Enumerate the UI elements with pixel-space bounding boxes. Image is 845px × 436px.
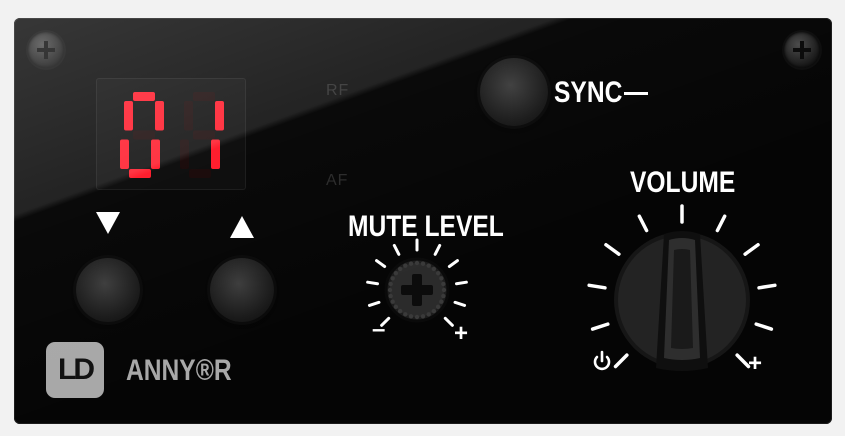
volume-knob[interactable] <box>14 18 832 424</box>
volume-tick <box>754 322 774 331</box>
volume-tick <box>637 214 649 233</box>
power-icon <box>593 350 611 371</box>
volume-tick <box>604 242 621 256</box>
volume-tick <box>715 214 727 233</box>
receiver-panel: 01 RF AF LD ANNY®R SYNC MUTE LEVEL VOLUM… <box>14 18 832 424</box>
volume-tick <box>613 353 629 369</box>
volume-tick <box>757 283 777 290</box>
volume-tick <box>590 322 610 331</box>
volume-tick <box>587 283 607 290</box>
volume-tick <box>735 353 751 369</box>
volume-tick <box>743 242 760 256</box>
